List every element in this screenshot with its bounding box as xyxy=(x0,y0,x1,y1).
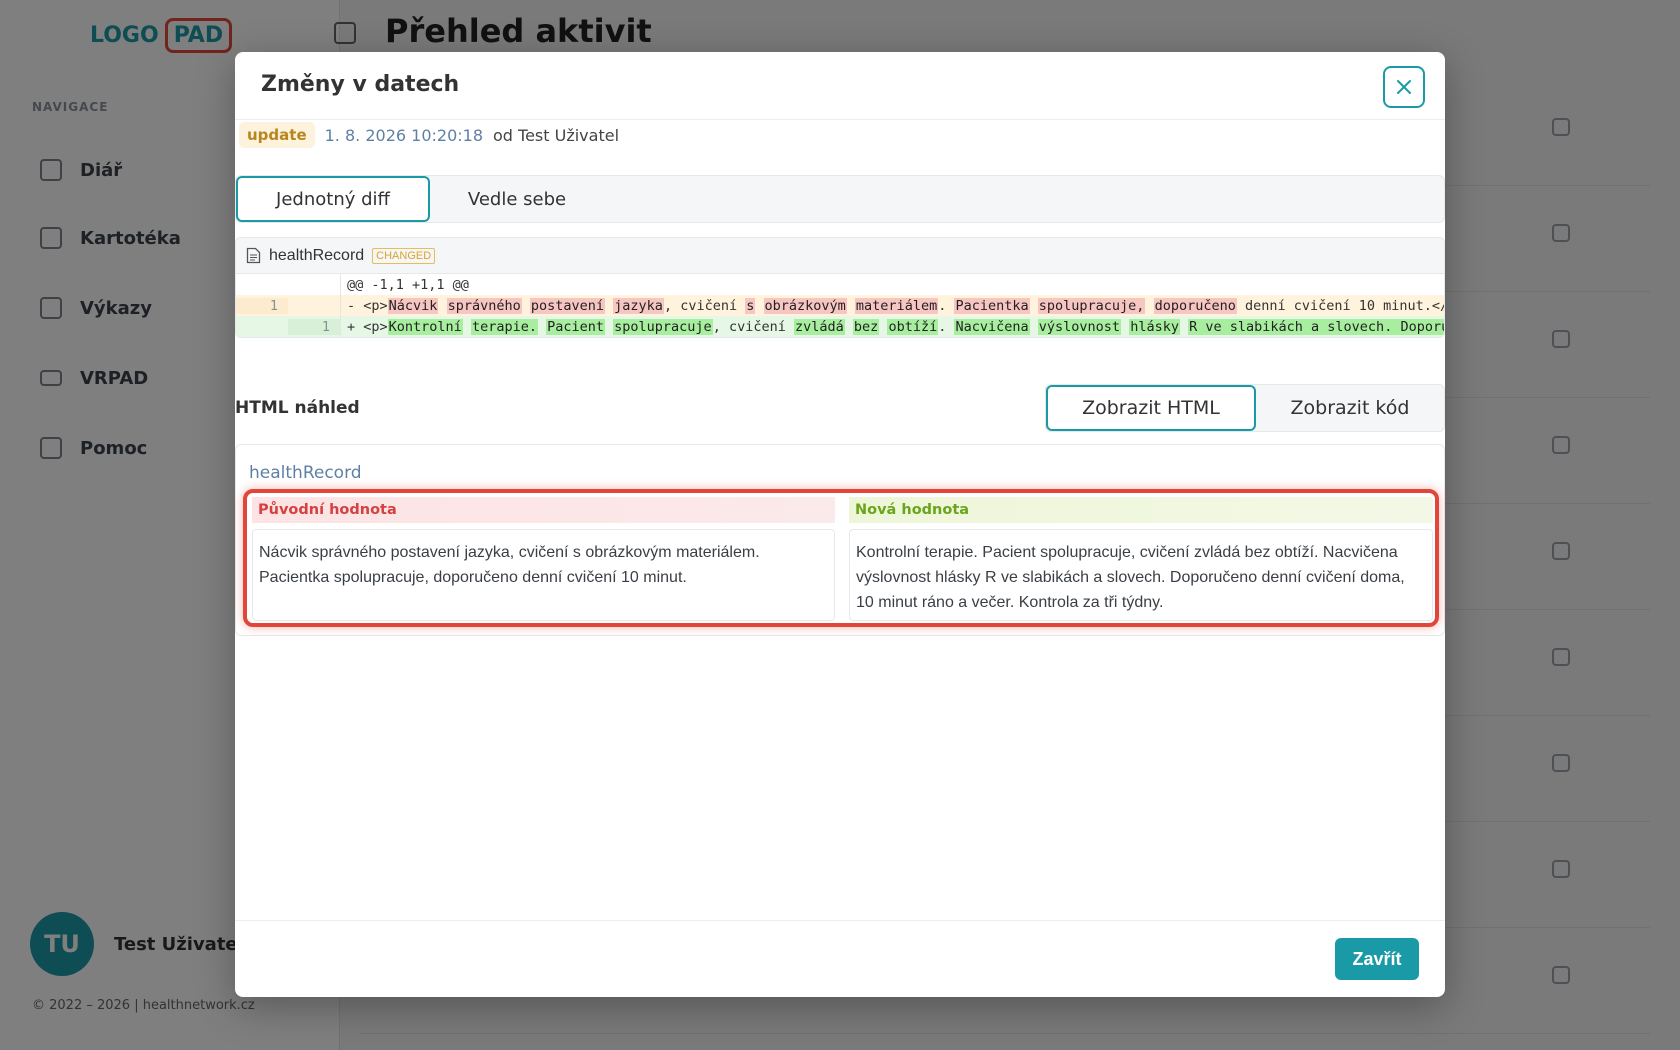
deleted-highlight: Nácvik xyxy=(387,297,439,314)
diff-file: healthRecord CHANGED @@ -1,1 +1,1 @@ 1 -… xyxy=(235,237,1445,338)
preview-field-name: healthRecord xyxy=(249,463,362,483)
added-text xyxy=(538,319,546,335)
new-value-text: Kontrolní terapie. Pacient spolupracuje,… xyxy=(849,529,1433,621)
tab-unified-diff[interactable]: Jednotný diff xyxy=(236,176,430,222)
deleted-highlight: materiálem xyxy=(854,297,939,314)
deleted-highlight: postavení xyxy=(529,297,606,314)
old-value-column: Původní hodnota Nácvik správného postave… xyxy=(252,497,835,621)
added-text xyxy=(1180,319,1188,335)
old-line-number: 1 xyxy=(236,297,288,314)
old-value-label: Původní hodnota xyxy=(252,497,835,523)
close-button[interactable] xyxy=(1383,66,1425,108)
added-highlight: R ve slabikách a slovech. Doporučeno xyxy=(1188,318,1444,335)
html-preview-title: HTML náhled xyxy=(235,398,360,418)
diff-deleted-segments: Nácvik správného postavení jazyka, cviče… xyxy=(387,297,1444,314)
diff-deleted-line: 1 - <p>Nácvik správného postavení jazyka… xyxy=(236,295,1444,316)
file-icon xyxy=(246,247,261,264)
deleted-text xyxy=(755,298,763,314)
deleted-text xyxy=(1145,298,1153,314)
show-code-button[interactable]: Zobrazit kód xyxy=(1256,385,1444,431)
diff-status-badge: CHANGED xyxy=(372,247,436,264)
change-timestamp: 1. 8. 2026 10:20:18 xyxy=(324,125,483,145)
diff-deleted-code: - <p>Nácvik správného postavení jazyka, … xyxy=(341,297,1444,314)
new-value-column: Nová hodnota Kontrolní terapie. Pacient … xyxy=(849,497,1433,621)
changes-modal: Změny v datech update 1. 8. 2026 10:20:1… xyxy=(235,52,1445,997)
new-value-label: Nová hodnota xyxy=(849,497,1433,523)
added-text: , cvičení xyxy=(712,318,794,335)
deleted-text: denní cvičení 10 minut.</p> xyxy=(1236,297,1444,314)
diff-table: @@ -1,1 +1,1 @@ 1 - <p>Nácvik správného … xyxy=(236,274,1444,337)
added-text: . xyxy=(938,318,955,335)
added-highlight: zvládá xyxy=(793,318,845,335)
deleted-text xyxy=(605,298,613,314)
close-modal-button[interactable]: Zavřít xyxy=(1335,938,1419,980)
deleted-highlight: s xyxy=(745,297,756,314)
close-icon xyxy=(1397,80,1411,94)
added-highlight: bez xyxy=(852,318,880,335)
added-highlight: výslovnost xyxy=(1037,318,1122,335)
diff-added-code: + <p>Kontrolní terapie. Pacient spolupra… xyxy=(341,318,1444,335)
modal-header: Změny v datech xyxy=(235,52,1445,120)
added-text xyxy=(845,319,853,335)
deleted-text: , cvičení xyxy=(663,297,746,314)
modal-title: Změny v datech xyxy=(261,72,460,97)
deleted-highlight: správného xyxy=(446,297,522,314)
added-highlight: obtíží xyxy=(887,318,939,335)
deleted-text xyxy=(847,298,855,314)
deleted-text: . xyxy=(938,297,955,314)
old-value-text: Nácvik správného postavení jazyka, cviče… xyxy=(252,529,835,621)
modal-footer: Zavřít xyxy=(235,920,1445,997)
diff-hunk-header: @@ -1,1 +1,1 @@ xyxy=(347,276,469,293)
added-highlight: Nacvičena xyxy=(954,318,1030,335)
added-highlight: Kontrolní xyxy=(387,318,463,335)
deleted-text xyxy=(1030,298,1038,314)
html-preview-card: healthRecord Původní hodnota Nácvik sprá… xyxy=(235,444,1445,636)
added-highlight: Pacient xyxy=(546,318,606,335)
added-highlight: hlásky xyxy=(1129,318,1180,335)
diff-file-name: healthRecord xyxy=(269,246,365,264)
diff-file-header: healthRecord CHANGED xyxy=(236,238,1444,274)
diff-prefix: - <p> xyxy=(347,297,388,314)
added-text xyxy=(605,319,613,335)
new-line-number: 1 xyxy=(288,318,340,335)
added-highlight: spolupracuje xyxy=(613,318,713,335)
change-author: od Test Uživatel xyxy=(493,125,620,145)
diff-added-segments: Kontrolní terapie. Pacient spolupracuje,… xyxy=(387,318,1444,335)
preview-view-toggle: Zobrazit HTML Zobrazit kód xyxy=(1045,384,1445,432)
deleted-highlight: obrázkovým xyxy=(763,297,847,314)
diff-hunk-line: @@ -1,1 +1,1 @@ xyxy=(236,274,1444,295)
deleted-highlight: doporučeno xyxy=(1153,297,1237,314)
deleted-text xyxy=(522,298,530,314)
added-highlight: terapie. xyxy=(470,318,538,335)
deleted-highlight: Pacientka xyxy=(954,297,1030,314)
show-html-button[interactable]: Zobrazit HTML xyxy=(1046,385,1256,431)
diff-prefix: + <p> xyxy=(347,318,388,335)
added-text xyxy=(463,319,471,335)
operation-badge: update xyxy=(239,122,315,148)
diff-view-tabs: Jednotný diff Vedle sebe xyxy=(235,175,1445,223)
html-preview-header: HTML náhled Zobrazit HTML Zobrazit kód xyxy=(235,382,1445,434)
deleted-highlight: jazyka xyxy=(613,297,664,314)
deleted-highlight: spolupracuje, xyxy=(1037,297,1146,314)
diff-added-line: 1 + <p>Kontrolní terapie. Pacient spolup… xyxy=(236,316,1444,337)
change-meta: update 1. 8. 2026 10:20:18 od Test Uživa… xyxy=(239,122,619,148)
added-text xyxy=(1121,319,1129,335)
value-comparison: Původní hodnota Nácvik správného postave… xyxy=(243,489,1439,627)
deleted-text xyxy=(438,298,446,314)
added-text xyxy=(1030,319,1038,335)
tab-side-by-side[interactable]: Vedle sebe xyxy=(430,176,604,222)
